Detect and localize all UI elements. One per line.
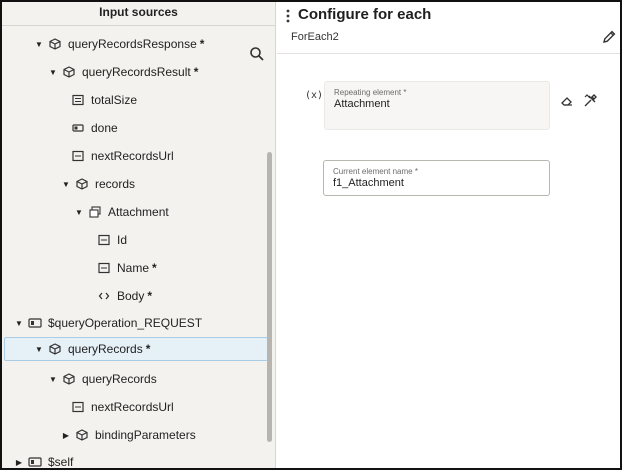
tree-node-name[interactable]: Name * [97, 256, 157, 280]
search-icon[interactable] [249, 46, 265, 62]
caret-down-icon[interactable]: ▼ [34, 40, 44, 49]
tree-node-queryrecords-selected[interactable]: ▼ queryRecords * [4, 337, 268, 361]
repeating-element-value: Attachment [334, 98, 390, 110]
required-marker: * [193, 65, 199, 79]
tree-node-self[interactable]: ▶ $self [14, 450, 73, 468]
tree-node-label: nextRecordsUrl [91, 400, 174, 414]
variable-icon [28, 317, 42, 329]
tree-node-done[interactable]: done [71, 116, 118, 140]
tree-node-label: Id [117, 233, 128, 247]
tree-node-body[interactable]: Body * [97, 284, 152, 308]
tree-node-records[interactable]: ▼ records [61, 172, 135, 196]
tree-node-id[interactable]: Id [97, 228, 127, 252]
caret-down-icon[interactable]: ▼ [34, 345, 44, 354]
repeating-element-field[interactable]: Repeating element * Attachment [324, 81, 550, 130]
required-marker: * [145, 342, 151, 356]
repeating-element-label: Repeating element * [334, 88, 407, 97]
configure-panel: Configure for each ForEach2 (x) Repeatin… [277, 2, 620, 468]
kebab-menu-icon[interactable] [285, 8, 291, 24]
caret-down-icon[interactable]: ▼ [48, 68, 58, 77]
caret-down-icon[interactable]: ▼ [48, 375, 58, 384]
caret-down-icon[interactable]: ▼ [74, 208, 84, 217]
tree-node-label: records [95, 177, 136, 191]
configure-header: Configure for each ForEach2 [277, 2, 620, 54]
caret-right-icon[interactable]: ▶ [61, 431, 71, 440]
pencil-icon[interactable] [601, 29, 617, 45]
string-field-icon [97, 234, 111, 246]
string-field-icon [71, 401, 85, 413]
number-field-icon [71, 94, 85, 106]
cube-icon [48, 343, 62, 355]
tree-node-label: queryRecords [68, 342, 143, 356]
required-marker: * [152, 261, 157, 275]
tree-node-nextrecordsurl-2[interactable]: nextRecordsUrl [71, 395, 174, 419]
current-element-name-field[interactable]: Current element name * f1_Attachment [323, 160, 550, 196]
tree-node-label: Attachment [108, 205, 169, 219]
tree-node-label: totalSize [91, 93, 138, 107]
string-field-icon [97, 262, 111, 274]
tree-node-label: nextRecordsUrl [91, 149, 174, 163]
vertical-scrollbar[interactable] [267, 152, 272, 442]
cube-icon [62, 373, 76, 385]
repeating-element-icon [88, 206, 102, 218]
input-sources-header: Input sources [2, 2, 275, 26]
tree-node-label: $self [48, 455, 74, 468]
input-sources-panel: Input sources ▼ queryRecordsResponse * ▼… [2, 2, 276, 468]
tree-node-label: $queryOperation_REQUEST [48, 316, 203, 330]
caret-right-icon[interactable]: ▶ [14, 458, 24, 467]
tree-node-label: Name [117, 261, 150, 275]
tree-node-attachment[interactable]: ▼ Attachment [74, 200, 169, 224]
variable-icon [28, 456, 42, 468]
window: Input sources ▼ queryRecordsResponse * ▼… [0, 0, 622, 470]
tree-node-nextrecordsurl[interactable]: nextRecordsUrl [71, 144, 174, 168]
cube-icon [62, 66, 76, 78]
boolean-field-icon [71, 122, 85, 134]
tree-node-label: queryRecords [82, 372, 157, 386]
code-icon [97, 290, 111, 302]
tree-node-label: Body [117, 289, 145, 303]
cube-icon [48, 38, 62, 50]
tree-node-totalsize[interactable]: totalSize [71, 88, 137, 112]
node-name: ForEach2 [291, 31, 339, 43]
cube-icon [75, 178, 89, 190]
required-marker: * [199, 37, 205, 51]
tree-node-queryrecordsresponse[interactable]: ▼ queryRecordsResponse * [34, 32, 204, 56]
tree-node-label: queryRecordsResult [82, 65, 191, 79]
tools-icon[interactable] [583, 94, 597, 108]
tree-node-bindingparameters[interactable]: ▶ bindingParameters [61, 423, 196, 447]
tree-node-queryrecordsresult[interactable]: ▼ queryRecordsResult * [48, 60, 198, 84]
expression-badge: (x) [305, 90, 324, 101]
tree-node-queryrecords[interactable]: ▼ queryRecords [48, 367, 157, 391]
tree-node-label: bindingParameters [95, 428, 196, 442]
required-marker: * [147, 289, 153, 303]
current-element-name-label: Current element name * [333, 167, 418, 176]
string-field-icon [71, 150, 85, 162]
tree-node-label: done [91, 121, 118, 135]
caret-down-icon[interactable]: ▼ [14, 319, 24, 328]
cube-icon [75, 429, 89, 441]
tree-node-label: queryRecordsResponse [68, 37, 197, 51]
caret-down-icon[interactable]: ▼ [61, 180, 71, 189]
current-element-name-value: f1_Attachment [333, 177, 404, 189]
page-title: Configure for each [298, 6, 432, 23]
eraser-icon[interactable] [560, 94, 574, 108]
tree-node-queryoperation-request[interactable]: ▼ $queryOperation_REQUEST [14, 311, 202, 335]
